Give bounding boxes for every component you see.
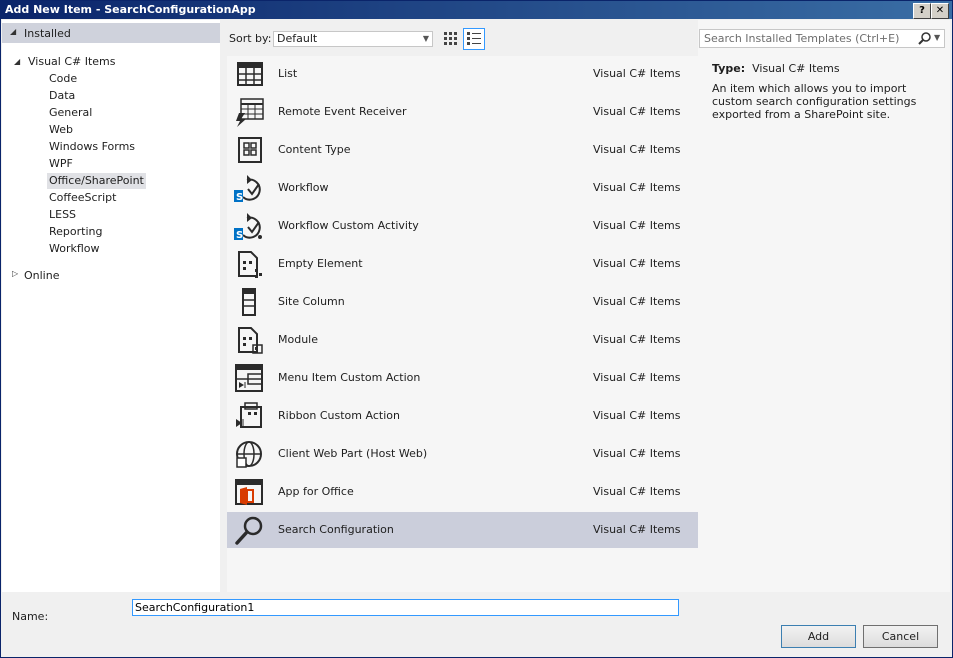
template-row[interactable]: Remote Event Receiver Visual C# Items	[227, 94, 698, 130]
template-type: Visual C# Items	[593, 181, 681, 194]
tree-node-category[interactable]: General	[47, 105, 94, 121]
template-type: Visual C# Items	[593, 447, 681, 460]
template-row[interactable]: Module Visual C# Items	[227, 322, 698, 358]
workflow-custom-activity-icon: S	[234, 213, 262, 241]
module-icon	[238, 327, 263, 354]
tree-node-category[interactable]: Code	[47, 71, 79, 87]
title-bar: Add New Item - SearchConfigurationApp ? …	[1, 1, 952, 19]
template-row[interactable]: Site Column Visual C# Items	[227, 284, 698, 320]
empty-element-icon	[238, 251, 262, 278]
ribbon-custom-action-icon	[236, 402, 262, 428]
remote-event-receiver-icon	[236, 98, 264, 127]
template-name: Module	[278, 333, 318, 346]
template-name: Site Column	[278, 295, 345, 308]
tree-node-category[interactable]: Windows Forms	[47, 139, 137, 155]
tree-node-visual-csharp-items[interactable]: Visual C# Items	[28, 54, 116, 70]
collapse-arrow-icon[interactable]: ▷	[12, 269, 18, 278]
template-type: Visual C# Items	[593, 295, 681, 308]
template-name: App for Office	[278, 485, 354, 498]
template-row[interactable]: Search Configuration Visual C# Items	[227, 512, 698, 548]
template-type: Visual C# Items	[593, 105, 681, 118]
tree-node-category[interactable]: Web	[47, 122, 75, 138]
tree-node-category[interactable]: Data	[47, 88, 77, 104]
small-icons-view-button[interactable]	[439, 28, 461, 50]
tree-node-category[interactable]: WPF	[47, 156, 75, 172]
content-type-icon	[238, 137, 262, 163]
template-name: Workflow Custom Activity	[278, 219, 419, 232]
expand-arrow-icon[interactable]: ◢	[10, 27, 16, 36]
search-placeholder: Search Installed Templates (Ctrl+E)	[704, 32, 900, 45]
template-name: Workflow	[278, 181, 329, 194]
template-name: Empty Element	[278, 257, 363, 270]
template-name: Content Type	[278, 143, 351, 156]
svg-text:S: S	[236, 230, 243, 241]
template-name: List	[278, 67, 298, 80]
template-type: Visual C# Items	[593, 333, 681, 346]
list-view-button[interactable]	[463, 28, 485, 50]
grid-view-icon	[444, 32, 457, 45]
template-row[interactable]: Content Type Visual C# Items	[227, 132, 698, 168]
name-label: Name:	[12, 610, 49, 623]
cancel-button[interactable]: Cancel	[863, 625, 938, 648]
template-type: Visual C# Items	[593, 67, 681, 80]
tree-node-category[interactable]: Reporting	[47, 224, 104, 240]
name-field[interactable]	[132, 599, 679, 616]
template-name: Menu Item Custom Action	[278, 371, 421, 384]
template-row[interactable]: Empty Element Visual C# Items	[227, 246, 698, 282]
template-name: Search Configuration	[278, 523, 394, 536]
menu-item-custom-action-icon	[235, 364, 263, 392]
list-view-icon	[467, 32, 481, 45]
template-type: Visual C# Items	[593, 523, 681, 536]
list-grid-icon	[237, 62, 263, 86]
tree-node-category[interactable]: Workflow	[47, 241, 102, 257]
workflow-icon: S	[234, 175, 261, 203]
add-button[interactable]: Add	[781, 625, 856, 648]
template-type: Visual C# Items	[593, 143, 681, 156]
search-templates-input[interactable]: Search Installed Templates (Ctrl+E) ▼	[699, 29, 945, 48]
template-row[interactable]: Client Web Part (Host Web) Visual C# Item…	[227, 436, 698, 472]
template-type: Visual C# Items	[593, 409, 681, 422]
template-description: An item which allows you to import custo…	[712, 82, 917, 121]
app-for-office-icon	[235, 479, 263, 505]
type-line: Type: Visual C# Items	[712, 62, 840, 75]
tree-node-online[interactable]: Online	[24, 268, 59, 284]
type-label: Type:	[712, 62, 746, 75]
help-button[interactable]: ?	[913, 3, 931, 19]
template-row[interactable]: List Visual C# Items	[227, 56, 698, 92]
template-name: Client Web Part (Host Web)	[278, 447, 428, 460]
template-row[interactable]: App for Office Visual C# Items	[227, 474, 698, 510]
search-options-dropdown-icon[interactable]: ▼	[934, 33, 940, 42]
template-row[interactable]: Menu Item Custom Action Visual C# Items	[227, 360, 698, 396]
svg-text:S: S	[236, 192, 243, 203]
template-list: List Visual C# Items Remote Event Receiver…	[227, 56, 698, 592]
sort-by-dropdown[interactable]: Default ▼	[273, 31, 433, 47]
tree-node-category[interactable]: LESS	[47, 207, 78, 223]
type-value: Visual C# Items	[752, 62, 840, 75]
template-name: Remote Event Receiver	[278, 105, 407, 118]
installed-node[interactable]: ◢ Installed	[2, 23, 220, 43]
search-icon[interactable]	[917, 30, 933, 46]
template-type: Visual C# Items	[593, 485, 681, 498]
details-pane: Search Installed Templates (Ctrl+E) ▼ Ty…	[698, 20, 950, 592]
sort-by-label: Sort by:	[229, 32, 272, 45]
close-button[interactable]: ✕	[931, 3, 949, 19]
tree-node-category[interactable]: Office/SharePoint	[47, 173, 146, 189]
window-title: Add New Item - SearchConfigurationApp	[5, 3, 256, 16]
template-type: Visual C# Items	[593, 371, 681, 384]
template-row[interactable]: Ribbon Custom Action Visual C# Items	[227, 398, 698, 434]
tree-node-category[interactable]: CoffeeScript	[47, 190, 118, 206]
dropdown-arrow-icon: ▼	[422, 34, 429, 43]
template-row[interactable]: S Workflow Visual C# Items	[227, 170, 698, 206]
template-row[interactable]: S Workflow Custom Activity Visual C# Items	[227, 208, 698, 244]
expand-arrow-icon[interactable]: ◢	[14, 57, 20, 66]
category-tree: ◢ Installed ◢ Visual C# Items Code Data Ge…	[2, 20, 220, 592]
site-column-icon	[242, 288, 256, 316]
sort-by-value: Default	[277, 32, 318, 45]
installed-label: Installed	[24, 27, 71, 40]
template-name: Ribbon Custom Action	[278, 409, 400, 422]
template-type: Visual C# Items	[593, 257, 681, 270]
template-type: Visual C# Items	[593, 219, 681, 232]
search-configuration-icon	[235, 516, 263, 545]
client-web-part-icon	[236, 441, 262, 468]
